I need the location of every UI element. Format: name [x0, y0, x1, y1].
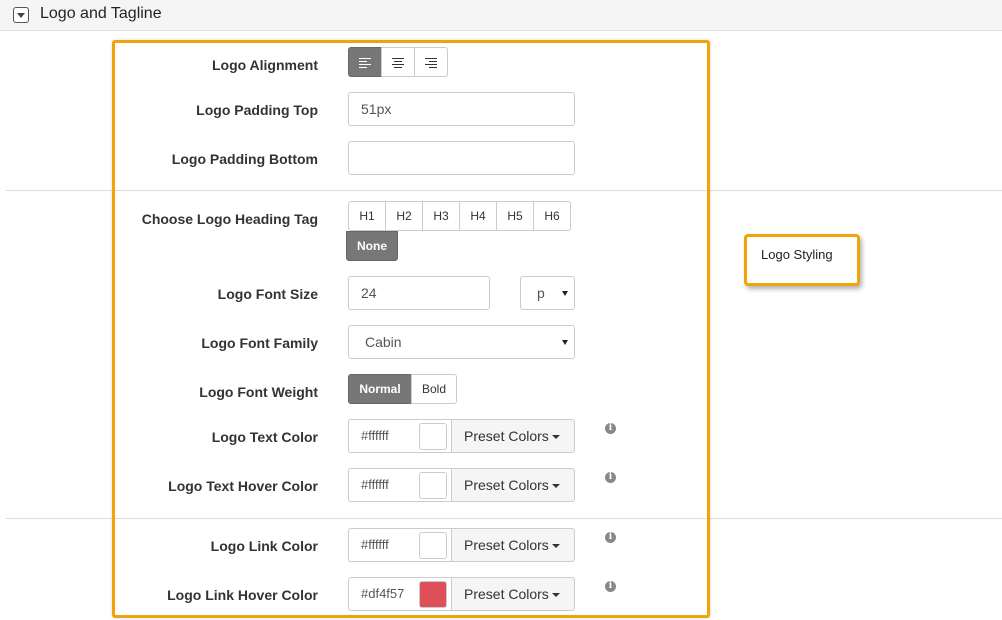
annotation-callout: Logo Styling: [744, 234, 860, 286]
collapse-toggle-icon[interactable]: [13, 7, 29, 23]
highlight-frame: [112, 40, 710, 618]
section-header[interactable]: Logo and Tagline: [0, 0, 1002, 31]
section-title: Logo and Tagline: [40, 5, 162, 22]
